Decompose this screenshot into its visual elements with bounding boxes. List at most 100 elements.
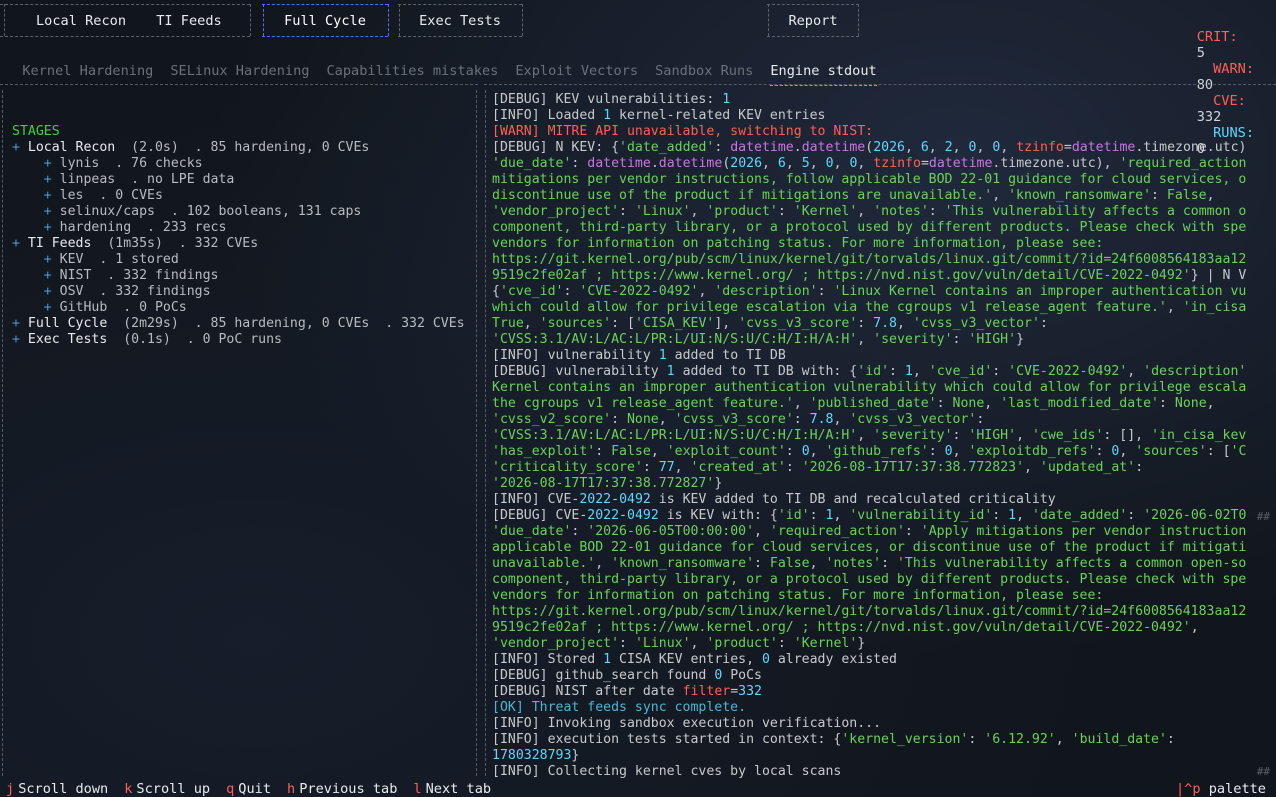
expand-icon[interactable]: + [44,204,52,219]
stage-subitem-label: linpeas . no LPE data [59,172,235,187]
log-line: 'due_date': '2026-06-05T00:00:00', 'requ… [492,524,1247,539]
stage-item[interactable]: + Local Recon (2.0s) . 85 hardening, 0 C… [12,140,369,156]
log-line: [DEBUG] CVE-2022-0492 is KEV with: {'id'… [492,508,1247,523]
stage-subitem-label: KEV . 1 stored [59,252,179,267]
log-line: 'criticality_score': 77, 'created_at': '… [492,460,1144,475]
stage-meta: (2.0s) . 85 hardening, 0 CVEs [131,140,370,155]
expand-icon[interactable]: + [44,284,52,299]
stage-subitem: + linpeas . no LPE data [12,172,235,188]
key-hint: l [413,781,422,797]
tab-selinux-hardening[interactable]: SELinux Hardening [170,63,309,79]
stage-name: Full Cycle [27,316,108,331]
expand-icon[interactable]: + [12,236,20,251]
log-line: Kernel contains an improper authenticati… [492,380,1247,395]
stage-name: Local Recon [27,140,116,155]
log-line: [INFO] Loaded 1 kernel-related KEV entri… [492,108,826,123]
tab-capabilities-mistakes[interactable]: Capabilities mistakes [326,63,498,79]
expand-icon[interactable]: + [12,332,20,347]
stage-subitem: + OSV . 332 findings [12,284,211,300]
expand-icon[interactable]: + [44,252,52,267]
crit-label: CRIT: [1196,29,1238,45]
key-hint: j [6,781,15,797]
tab-engine-stdout[interactable]: Engine stdout [770,63,876,79]
keybinding-footer: j Scroll down k Scroll up q Quit h Previous tab… [6,781,507,797]
log-line: [INFO] vulnerability 1 added to TI DB [492,348,786,363]
stage-meta: (0.1s) . 0 PoC runs [123,332,282,347]
stage-subitem-label: GitHub . 0 PoCs [59,300,187,315]
keybinding-quit[interactable]: q Quit [226,781,287,797]
log-line: '2026-08-17T17:37:38.772827'} [492,476,723,491]
stages-title: STAGES [12,124,60,139]
key-hint: h [287,781,296,797]
log-line: the cgroups v1 release_agent feature.', … [492,396,1215,411]
stage-subitem: + KEV . 1 stored [12,252,179,268]
log-line: [INFO] Collecting kernel cves by local s… [492,764,842,779]
log-line: 'CVSS:3.1/AV:L/AC:L/PR:L/UI:N/S:U/C:H/I:… [492,428,1247,443]
stage-subitem: + les . 0 CVEs [12,188,163,204]
expand-icon[interactable]: + [44,268,52,283]
log-line: 1780328793} [492,748,580,763]
log-line: 9519c2fe02af ; https://www.kernel.org/ ;… [492,620,1199,635]
log-line: [OK] Threat feeds sync complete. [492,700,747,715]
key-label: Scroll down [18,781,109,797]
nav-button-exec-tests[interactable]: Exec Tests [408,12,512,30]
palette-hint[interactable]: |^p palette [1176,781,1266,797]
log-line: https://git.kernel.org/pub/scm/linux/ker… [492,604,1247,619]
tab-kernel-hardening[interactable]: Kernel Hardening [22,63,153,79]
log-line: [INFO] Invoking sandbox execution verifi… [492,716,882,731]
key-hint: q [226,781,235,797]
log-line: 'has_exploit': False, 'exploit_count': 0… [492,444,1247,459]
log-line: 'CVSS:3.1/AV:L/AC:L/PR:L/UI:N/S:U/C:H/I:… [492,332,1025,347]
engine-stdout-log[interactable]: [DEBUG] KEV vulnerabilities: 1 [INFO] Loa… [484,84,1276,780]
stages-panel: STAGES + Local Recon (2.0s) . 85 hardenin… [0,84,478,780]
log-line: component, third-party library, or a pro… [492,572,1247,587]
log-line: 'vendor_project': 'Linux', 'product': 'K… [492,636,866,651]
warn-label: WARN: [1213,61,1254,77]
log-line: mitigations per vendor instructions, fol… [492,172,1247,187]
keybinding-next-tab[interactable]: l Next tab [413,781,507,797]
expand-icon[interactable]: + [44,300,52,315]
stage-subitem: + selinux/caps . 102 booleans, 131 caps [12,204,362,220]
log-line: [DEBUG] N KEV: {'date_added': datetime.d… [492,140,1247,155]
log-line: True, 'sources': ['CISA_KEV'], 'cvss_v3_… [492,316,1048,331]
stage-item[interactable]: + Full Cycle (2m29s) . 85 hardening, 0 C… [12,316,465,332]
keybinding-scroll-down[interactable]: j Scroll down [6,781,124,797]
keybinding-previous-tab[interactable]: h Previous tab [287,781,413,797]
nav-button-local-recon[interactable]: Local Recon [22,12,140,30]
expand-icon[interactable]: + [44,156,52,171]
nav-button-report[interactable]: Report [776,12,850,30]
expand-icon[interactable]: + [12,140,20,155]
log-line: unavailable.', 'known_ransomware': False… [492,556,1247,571]
expand-icon[interactable]: + [44,188,52,203]
tab-exploit-vectors[interactable]: Exploit Vectors [515,63,638,79]
stage-item[interactable]: + TI Feeds (1m35s) . 332 CVEs [12,236,258,252]
log-line: 'vendor_project': 'Linux', 'product': 'K… [492,204,1247,219]
log-line: [INFO] execution tests started in contex… [492,732,1175,747]
nav-button-ti-feeds[interactable]: TI Feeds [146,12,232,30]
key-label: Previous tab [299,781,398,797]
tab-sandbox-runs[interactable]: Sandbox Runs [655,63,753,79]
stage-name: Exec Tests [27,332,108,347]
log-line: 'due_date': datetime.datetime(2026, 6, 5… [492,156,1247,171]
log-line: [WARN] MITRE API unavailable, switching … [492,124,874,139]
expand-icon[interactable]: + [12,316,20,331]
stage-name: TI Feeds [27,236,92,251]
stage-item[interactable]: + Exec Tests (0.1s) . 0 PoC runs [12,332,282,348]
stage-subitem: + hardening . 233 recs [12,220,227,236]
stage-subitem-label: NIST . 332 findings [59,268,219,283]
crit-count: 5 [1196,45,1205,61]
expand-icon[interactable]: + [44,172,52,187]
log-line: [DEBUG] NIST after date filter=332 [492,684,762,699]
log-line: [DEBUG] github_search found 0 PoCs [492,668,762,683]
stage-meta: (1m35s) . 332 CVEs [107,236,259,251]
log-line: 'cvss_v2_score': None, 'cvss_v3_score': … [492,412,985,427]
nav-button-full-cycle[interactable]: Full Cycle [270,12,380,30]
stage-subitem: + GitHub . 0 PoCs [12,300,187,316]
expand-icon[interactable]: + [44,220,52,235]
log-line: discontinue use of the product if mitiga… [492,188,1215,203]
key-label: Scroll up [136,781,211,797]
stage-subitem: + lynis . 76 checks [12,156,203,172]
keybinding-scroll-up[interactable]: k Scroll up [124,781,226,797]
stage-subitem: + NIST . 332 findings [12,268,219,284]
stage-subitem-label: les . 0 CVEs [59,188,163,203]
